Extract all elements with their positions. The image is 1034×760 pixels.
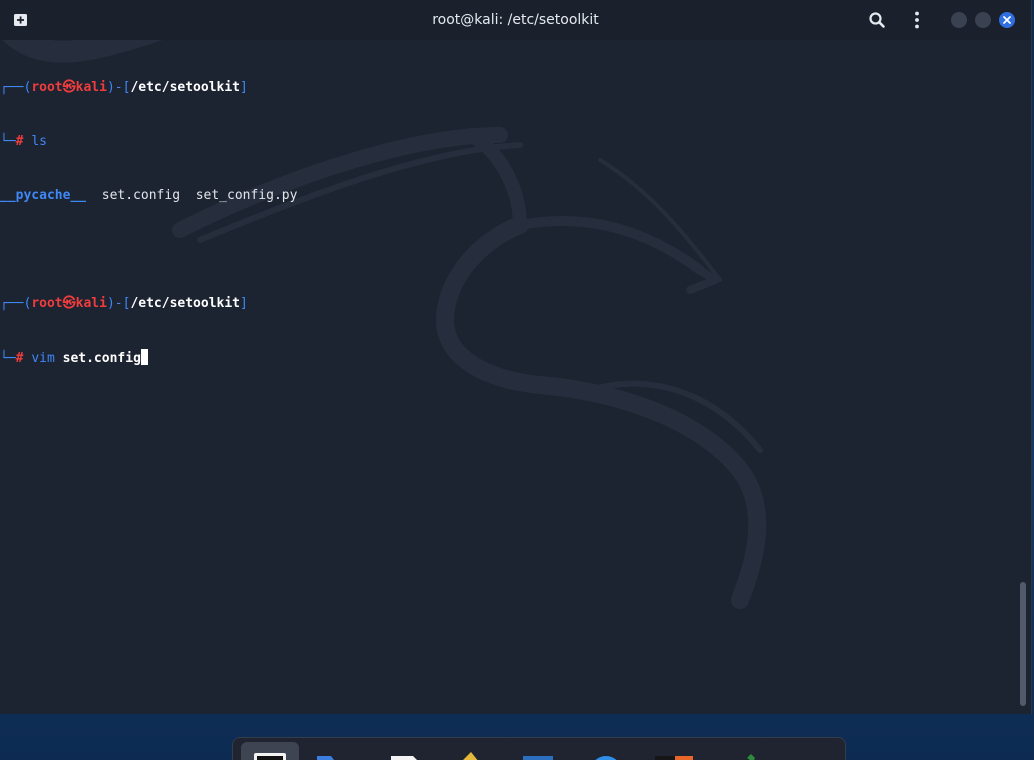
- root-hash: #: [15, 134, 24, 149]
- maximize-icon[interactable]: [975, 12, 991, 28]
- browser-icon[interactable]: [585, 748, 627, 760]
- prompt-mid: )-[: [106, 80, 131, 95]
- command-corner: └─: [0, 134, 16, 149]
- maltego-icon[interactable]: [517, 748, 559, 760]
- prompt-host: kali: [75, 80, 107, 95]
- minimize-icon[interactable]: [951, 12, 967, 28]
- kebab-menu-icon[interactable]: [909, 10, 925, 30]
- prompt-mid: )-[: [106, 296, 131, 311]
- mousepad-icon[interactable]: [449, 748, 491, 760]
- terminal-icon[interactable]: [241, 742, 299, 760]
- prompt-end: ]: [240, 296, 248, 311]
- command-text: ls: [31, 134, 47, 149]
- ls-dir-entry: __pycache__: [0, 188, 87, 203]
- scrollbar[interactable]: [1020, 582, 1026, 706]
- ls-file-entry: set_config.py: [195, 188, 298, 203]
- command-text: vim: [31, 351, 55, 366]
- search-icon[interactable]: [867, 10, 887, 30]
- prompt-user: root: [31, 296, 63, 311]
- prompt-corner: ┌──(: [0, 296, 32, 311]
- terminal-area[interactable]: ┌──(root㉿kali)-[/etc/setoolkit] └─# ls _…: [0, 40, 1031, 714]
- title-bar[interactable]: root@kali: /etc/setoolkit: [0, 0, 1031, 40]
- prompt-corner: ┌──(: [0, 80, 32, 95]
- prompt-user: root: [31, 80, 63, 95]
- prompt-line: ┌──(root㉿kali)-[/etc/setoolkit]: [0, 79, 297, 97]
- text-cursor: [140, 349, 148, 365]
- prompt-line: ┌──(root㉿kali)-[/etc/setoolkit]: [0, 295, 297, 313]
- prompt-host: kali: [75, 296, 107, 311]
- command-line: └─# ls: [0, 133, 297, 151]
- terminal-output: ┌──(root㉿kali)-[/etc/setoolkit] └─# ls _…: [0, 43, 297, 403]
- pen-tool-icon[interactable]: [723, 748, 765, 760]
- command-corner: └─: [0, 351, 16, 366]
- dock: [232, 737, 846, 760]
- burpsuite-icon[interactable]: [653, 748, 695, 760]
- command-line[interactable]: └─# vim set.config: [0, 349, 297, 367]
- prompt-path: /etc/setoolkit: [130, 80, 241, 95]
- root-hash: #: [15, 351, 24, 366]
- terminal-window: root@kali: /etc/setoolkit ┌──(root㉿kali)…: [0, 0, 1032, 714]
- prompt-at: ㉿: [62, 296, 76, 311]
- files-icon[interactable]: [315, 748, 357, 760]
- text-editor-icon[interactable]: [385, 748, 427, 760]
- command-argument: set.config: [62, 351, 141, 366]
- prompt-at: ㉿: [62, 80, 76, 95]
- prompt-path: /etc/setoolkit: [130, 296, 241, 311]
- ls-file-entry: set.config: [101, 188, 181, 203]
- ls-output-line: __pycache__ set.config set_config.py: [0, 187, 297, 205]
- desktop: root@kali: /etc/setoolkit ┌──(root㉿kali)…: [0, 0, 1034, 760]
- app-grid-icon[interactable]: [793, 748, 835, 760]
- close-icon[interactable]: [999, 12, 1015, 28]
- prompt-end: ]: [240, 80, 248, 95]
